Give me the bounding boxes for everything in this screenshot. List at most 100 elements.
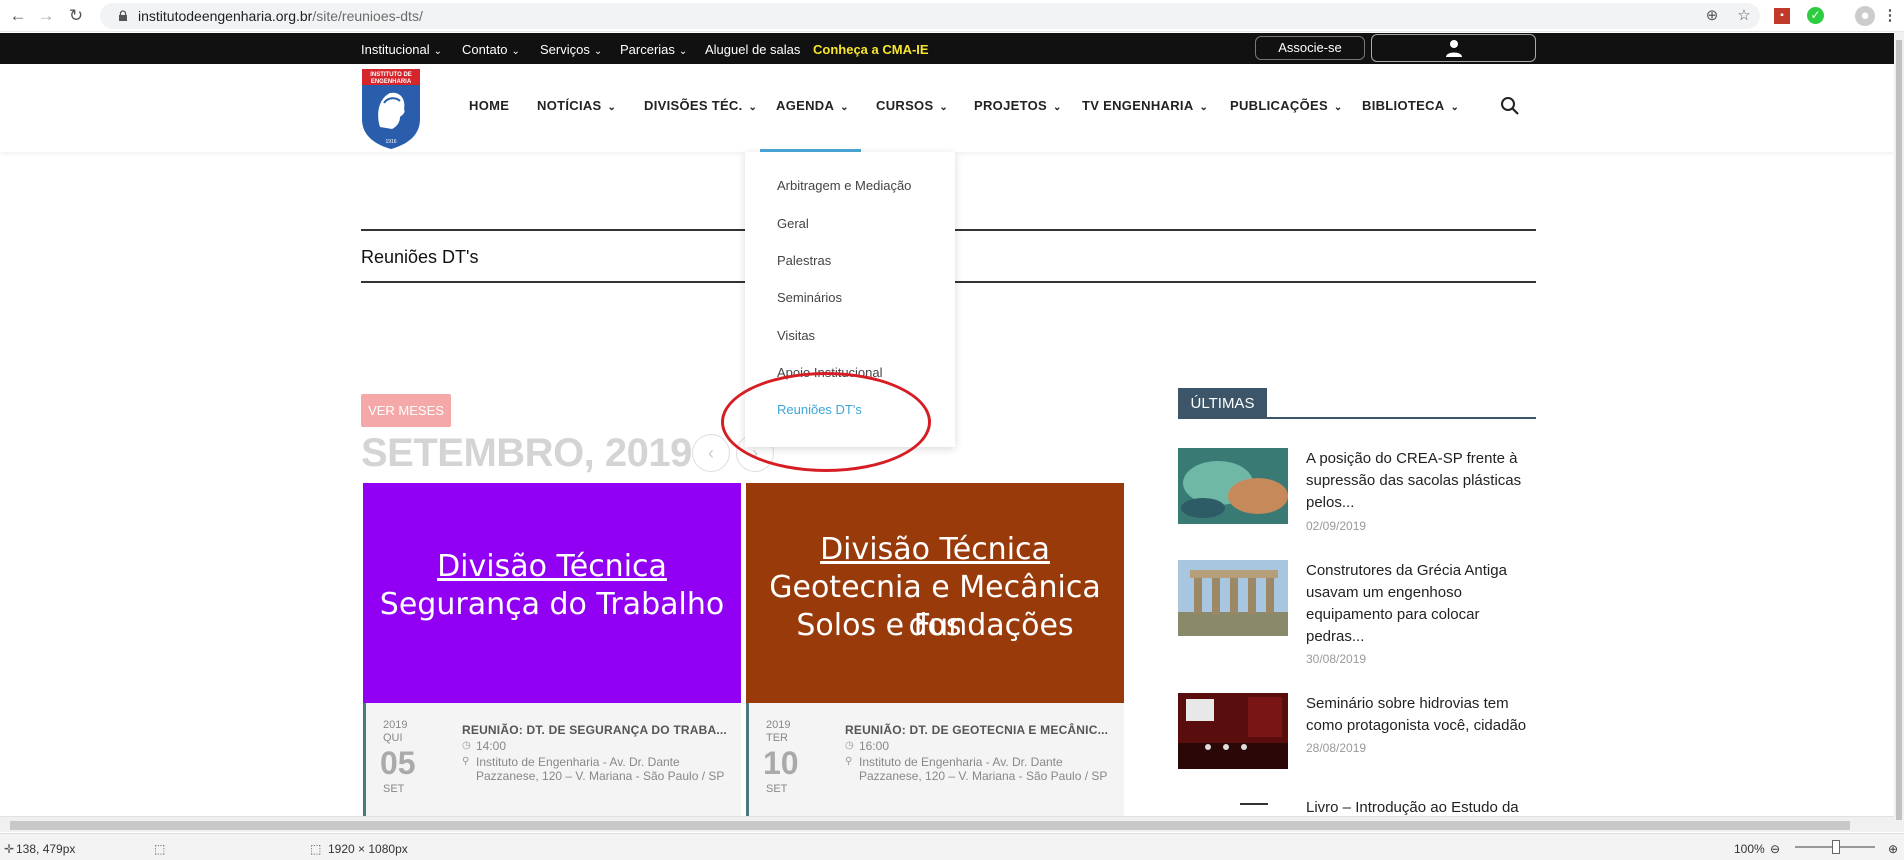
dropdown-item-geral[interactable]: Geral xyxy=(777,216,809,231)
event-card[interactable]: Divisão Técnica Geotecnia e Mecânica dos… xyxy=(746,483,1124,816)
back-icon[interactable]: ← xyxy=(6,4,30,28)
nav-noticias[interactable]: NOTÍCIAS ⌄ xyxy=(537,98,616,113)
post-title[interactable]: Livro – Introdução ao Estudo da xyxy=(1306,797,1536,815)
pdf-extension-icon[interactable]: ▪ xyxy=(1774,8,1790,24)
post-date: 30/08/2019 xyxy=(1306,652,1367,666)
topbar-institucional[interactable]: Institucional ⌄ xyxy=(361,42,442,57)
post-title[interactable]: Seminário sobre hidrovias tem como prota… xyxy=(1306,693,1536,737)
institute-logo[interactable]: INSTITUTO DE ENGENHARIA 1916 xyxy=(360,67,422,150)
chevron-down-icon: ⌄ xyxy=(1052,102,1062,113)
event-banner[interactable]: Divisão Técnica Segurança do Trabalho xyxy=(363,483,741,703)
cursor-position: 138, 479px xyxy=(16,842,76,856)
login-button[interactable] xyxy=(1371,34,1536,62)
search-icon[interactable] xyxy=(1500,96,1520,116)
event-title[interactable]: REUNIÃO: DT. DE GEOTECNIA E MECÂNIC... xyxy=(845,723,1108,737)
horizontal-scrollbar[interactable] xyxy=(0,816,1894,832)
vertical-scrollbar[interactable] xyxy=(1894,32,1904,832)
nav-tv-engenharia[interactable]: TV ENGENHARIA ⌄ xyxy=(1082,98,1208,113)
chevron-down-icon: ⌄ xyxy=(1333,102,1343,113)
post-thumbnail[interactable] xyxy=(1178,693,1288,769)
post-title[interactable]: A posição do CREA-SP frente à supressão … xyxy=(1306,448,1536,514)
chevron-down-icon: ⌄ xyxy=(511,46,520,57)
nav-publicacoes[interactable]: PUBLICAÇÕES ⌄ xyxy=(1230,98,1343,113)
zoom-level: 100% xyxy=(1734,842,1765,856)
topbar-contato[interactable]: Contato ⌄ xyxy=(462,42,520,57)
nav-label: DIVISÕES TÉC. xyxy=(644,98,743,113)
zoom-out-icon[interactable]: ⊖ xyxy=(1770,842,1780,856)
topbar-label: Serviços xyxy=(540,42,590,57)
event-location: Instituto de Engenharia - Av. Dr. Dante … xyxy=(859,755,1108,783)
chevron-down-icon: ⌄ xyxy=(433,46,443,57)
status-bar: ✛ 138, 479px ⬚ ⬚ 1920 × 1080px 100% ⊖ ⊕ xyxy=(0,833,1904,860)
chevron-down-icon: ⌄ xyxy=(593,46,603,57)
event-year: 2019 xyxy=(383,719,408,731)
browser-toolbar: ← → ↻ institutodeengenharia.org.br/site/… xyxy=(0,0,1904,32)
forward-icon[interactable]: → xyxy=(34,4,58,28)
chevron-down-icon: ⌄ xyxy=(1450,102,1460,113)
zoom-icon[interactable]: ⊕ xyxy=(1702,6,1722,26)
topbar-cma-link[interactable]: Conheça a CMA-IE xyxy=(813,42,929,57)
associe-button[interactable]: Associe-se xyxy=(1255,36,1365,60)
bookmark-star-icon[interactable]: ☆ xyxy=(1734,6,1754,26)
menu-dots-icon[interactable]: ⋮ xyxy=(1880,6,1900,26)
zoom-slider-handle[interactable] xyxy=(1832,840,1840,854)
topbar-parcerias[interactable]: Parcerias ⌄ xyxy=(620,42,687,57)
event-banner-line3: Solos e Fundações xyxy=(796,608,1074,643)
horizontal-scrollbar-thumb[interactable] xyxy=(10,821,1850,830)
logo-text-line1: INSTITUTO DE xyxy=(370,72,412,78)
event-title[interactable]: REUNIÃO: DT. DE SEGURANÇA DO TRABA... xyxy=(462,723,727,737)
location-pin-icon: ⚲ xyxy=(462,756,470,767)
chevron-down-icon: ⌄ xyxy=(678,46,688,57)
nav-label: NOTÍCIAS xyxy=(537,98,602,113)
event-banner-heading: Divisão Técnica xyxy=(820,532,1050,567)
lock-icon xyxy=(119,10,127,21)
post-title[interactable]: Construtores da Grécia Antiga usavam um … xyxy=(1306,560,1536,648)
chevron-down-icon: ⌄ xyxy=(607,102,617,113)
url-text[interactable]: institutodeengenharia.org.br/site/reunio… xyxy=(138,8,423,24)
post-date: 02/09/2019 xyxy=(1306,519,1367,533)
event-banner-line1: Divisão Técnica xyxy=(746,531,1124,569)
profile-avatar-icon[interactable]: ● xyxy=(1855,6,1875,26)
news-post[interactable]: Construtores da Grécia Antiga usavam um … xyxy=(1178,560,1536,666)
nav-cursos[interactable]: CURSOS ⌄ xyxy=(876,98,948,113)
event-info: 2019 TER 10 SET REUNIÃO: DT. DE GEOTECNI… xyxy=(746,703,1124,816)
nav-label: HOME xyxy=(469,98,510,113)
nav-biblioteca[interactable]: BIBLIOTECA ⌄ xyxy=(1362,98,1459,113)
news-post[interactable]: A posição do CREA-SP frente à supressão … xyxy=(1178,448,1536,533)
event-card[interactable]: Divisão Técnica Segurança do Trabalho 20… xyxy=(363,483,741,816)
reload-icon[interactable]: ↻ xyxy=(64,4,88,28)
check-extension-icon[interactable]: ✓ xyxy=(1807,7,1824,24)
dropdown-item-seminarios[interactable]: Seminários xyxy=(777,290,842,305)
topbar-label: Parcerias xyxy=(620,42,675,57)
topbar-aluguel[interactable]: Aluguel de salas xyxy=(705,42,800,57)
user-icon xyxy=(1446,40,1462,57)
news-post[interactable]: Seminário sobre hidrovias tem como prota… xyxy=(1178,693,1536,769)
event-weekday: TER xyxy=(766,732,788,744)
logo-year: 1916 xyxy=(385,139,396,145)
dropdown-item-visitas[interactable]: Visitas xyxy=(777,328,815,343)
dropdown-item-arbitragem[interactable]: Arbitragem e Mediação xyxy=(777,178,911,193)
post-thumbnail[interactable] xyxy=(1178,560,1288,636)
resize-icon: ⬚ xyxy=(310,842,322,856)
selection-icon: ⬚ xyxy=(154,842,166,856)
nav-projetos[interactable]: PROJETOS ⌄ xyxy=(974,98,1062,113)
news-post[interactable]: Livro – Introdução ao Estudo da xyxy=(1178,797,1536,815)
zoom-in-icon[interactable]: ⊕ xyxy=(1888,842,1898,856)
nav-divisoes[interactable]: DIVISÕES TÉC. ⌄ xyxy=(644,98,757,113)
nav-agenda[interactable]: AGENDA ⌄ xyxy=(776,98,849,113)
vertical-scrollbar-thumb[interactable] xyxy=(1896,40,1902,820)
clock-icon: ◷ xyxy=(462,740,471,751)
prev-month-button[interactable]: ‹ xyxy=(692,434,730,472)
event-banner-heading: Divisão Técnica xyxy=(437,549,667,584)
ver-meses-button[interactable]: VER MESES xyxy=(361,394,451,427)
dropdown-item-palestras[interactable]: Palestras xyxy=(777,253,831,268)
logo-text-line2: ENGENHARIA xyxy=(371,79,412,85)
event-banner[interactable]: Divisão Técnica Geotecnia e Mecânica dos… xyxy=(746,483,1124,703)
nav-home[interactable]: HOME xyxy=(469,98,509,113)
topbar-servicos[interactable]: Serviços ⌄ xyxy=(540,42,602,57)
chevron-down-icon: ⌄ xyxy=(840,102,849,113)
chevron-down-icon: ⌄ xyxy=(748,102,758,113)
post-thumbnail[interactable] xyxy=(1178,448,1288,524)
post-thumbnail[interactable] xyxy=(1178,797,1288,815)
ultimas-heading: ÚLTIMAS xyxy=(1178,388,1267,419)
